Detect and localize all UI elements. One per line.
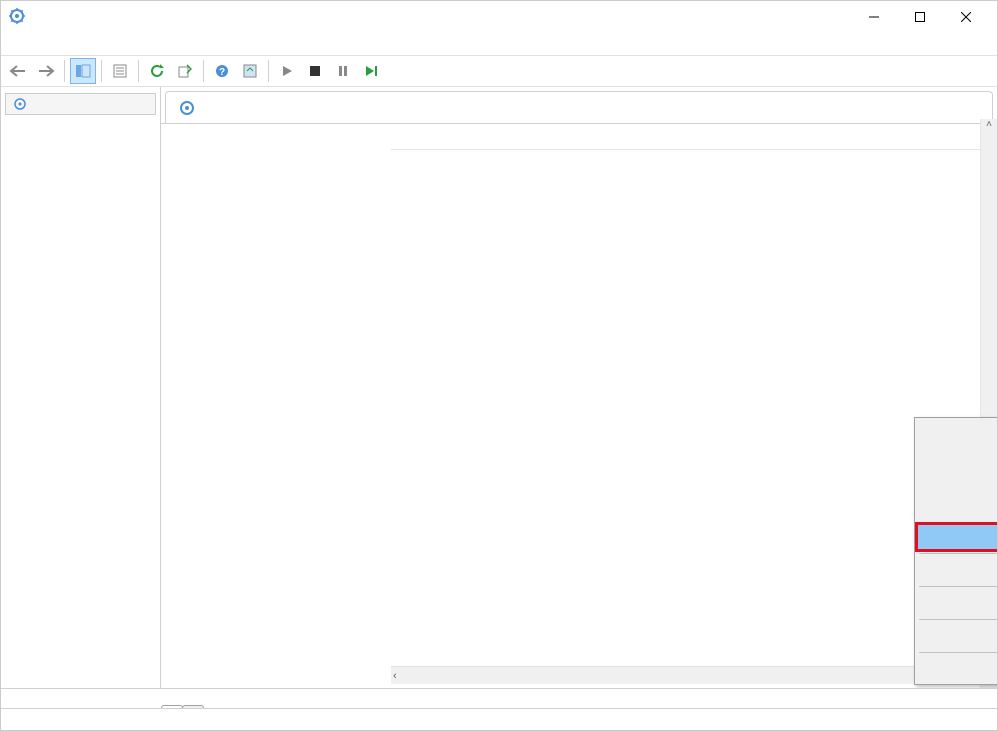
toolbar: ? (1, 55, 997, 87)
tab-standard[interactable] (182, 705, 204, 708)
menu-bar (1, 33, 997, 55)
content-area: ‹› ˄˅ (1, 87, 997, 688)
tree-item-services-local[interactable] (5, 93, 156, 115)
menu-view[interactable] (37, 42, 53, 46)
service-list: ‹› (391, 124, 997, 688)
menu-item-restart[interactable] (917, 524, 997, 550)
close-button[interactable] (943, 2, 989, 32)
forward-button[interactable] (33, 58, 59, 84)
menu-item-stop[interactable] (917, 446, 997, 472)
menu-item-refresh[interactable] (917, 590, 997, 616)
svg-text:?: ? (219, 67, 225, 78)
horizontal-scrollbar[interactable]: ‹› (391, 666, 997, 684)
pane-header (165, 91, 993, 123)
service-details-pane (161, 124, 391, 688)
right-pane: ‹› ˄˅ (161, 87, 997, 688)
help-button[interactable]: ? (209, 58, 235, 84)
menu-item-all-tasks[interactable] (917, 557, 997, 583)
stop-service-button[interactable] (302, 58, 328, 84)
menu-action[interactable] (21, 42, 37, 46)
gear-icon (178, 99, 196, 117)
start-service-button[interactable] (274, 58, 300, 84)
menu-item-start (917, 420, 997, 446)
back-button[interactable] (5, 58, 31, 84)
services-app-icon (9, 8, 25, 27)
export-list-button[interactable] (172, 58, 198, 84)
menu-item-help[interactable] (917, 656, 997, 682)
status-bar (1, 708, 997, 730)
menu-item-pause (917, 472, 997, 498)
tree-pane (1, 87, 161, 688)
refresh-button[interactable] (144, 58, 170, 84)
tab-extended[interactable] (161, 705, 183, 708)
menu-file[interactable] (5, 42, 21, 46)
menu-item-resume (917, 498, 997, 524)
view-tabs (1, 688, 997, 708)
menu-help[interactable] (53, 42, 69, 46)
minimize-button[interactable] (851, 2, 897, 32)
show-hide-tree-button[interactable] (70, 58, 96, 84)
action-pane-button[interactable] (237, 58, 263, 84)
maximize-button[interactable] (897, 2, 943, 32)
pause-service-button[interactable] (330, 58, 356, 84)
column-headers (391, 124, 997, 150)
service-rows[interactable] (391, 150, 997, 666)
properties-button[interactable] (107, 58, 133, 84)
gear-icon (12, 96, 28, 112)
title-bar (1, 1, 997, 33)
restart-service-button[interactable] (358, 58, 384, 84)
context-menu (914, 417, 997, 685)
menu-item-properties[interactable] (917, 623, 997, 649)
